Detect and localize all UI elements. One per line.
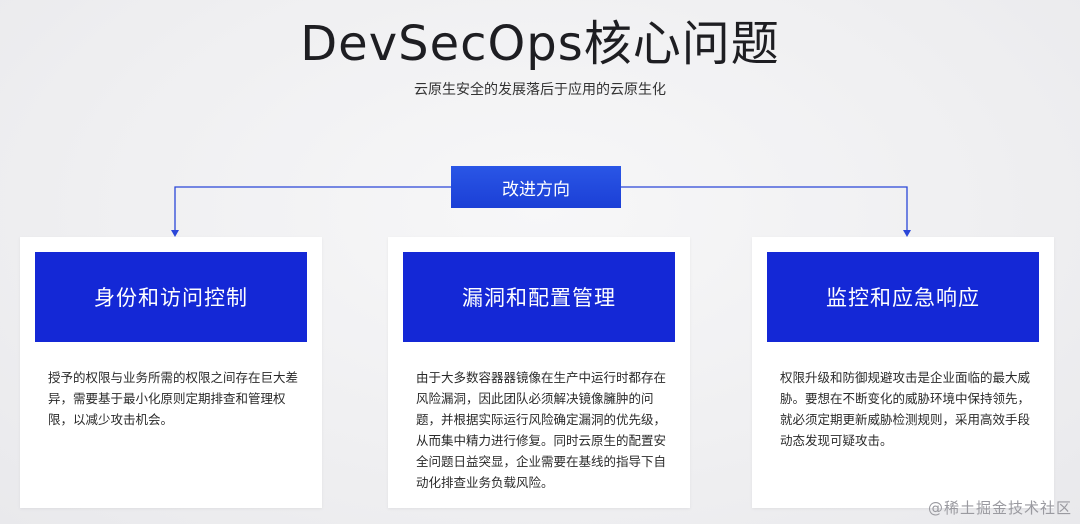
watermark: @稀土掘金技术社区: [927, 499, 1072, 517]
card-title: 监控和应急响应: [767, 252, 1039, 342]
card-title: 漏洞和配置管理: [403, 252, 675, 342]
connector-left: [174, 186, 451, 233]
center-direction-box: 改进方向: [451, 166, 621, 208]
card-identity-access: 身份和访问控制 授予的权限与业务所需的权限之间存在巨大差异，需要基于最小化原则定…: [20, 237, 322, 508]
arrow-right-icon: [903, 230, 911, 237]
card-description: 由于大多数容器器镜像在生产中运行时都存在风险漏洞，因此团队必须解决镜像臃肿的问题…: [416, 370, 667, 490]
card-title: 身份和访问控制: [35, 252, 307, 342]
arrow-left-icon: [171, 230, 179, 237]
page-subtitle: 云原生安全的发展落后于应用的云原生化: [414, 82, 666, 98]
card-description: 授予的权限与业务所需的权限之间存在巨大差异，需要基于最小化原则定期排查和管理权限…: [48, 370, 299, 427]
card-vulnerability-config: 漏洞和配置管理 由于大多数容器器镜像在生产中运行时都存在风险漏洞，因此团队必须解…: [388, 237, 690, 508]
page-title: DevSecOps核心问题: [300, 16, 780, 72]
connector-right: [621, 186, 908, 233]
card-monitoring-response: 监控和应急响应 权限升级和防御规避攻击是企业面临的最大威胁。要想在不断变化的威胁…: [752, 237, 1054, 508]
card-description: 权限升级和防御规避攻击是企业面临的最大威胁。要想在不断变化的威胁环境中保持领先，…: [780, 370, 1031, 448]
